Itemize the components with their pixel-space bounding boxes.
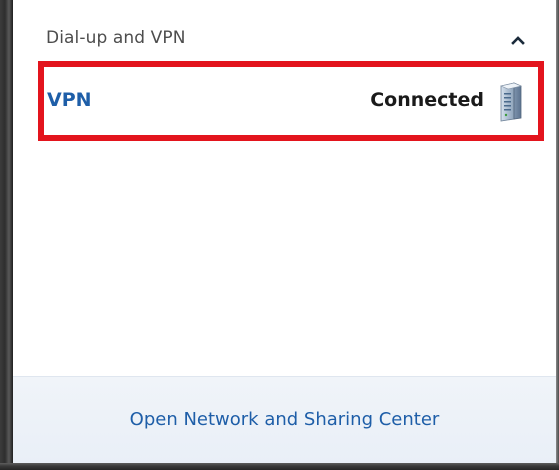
network-flyout-window: Dial-up and VPN VPN Connected Open Netwo… [0,0,559,470]
flyout-footer: Open Network and Sharing Center [13,376,556,464]
chevron-up-icon [511,36,525,45]
vpn-server-icon [500,82,522,122]
vpn-connection-item[interactable]: VPN Connected [38,61,544,141]
collapse-section-button[interactable] [507,30,529,50]
section-title: Dial-up and VPN [46,28,186,48]
connection-name: VPN [47,89,92,111]
window-border-bottom [0,463,559,470]
connection-status: Connected [370,89,484,111]
network-flyout-panel: Dial-up and VPN VPN Connected Open Netwo… [13,0,556,464]
dialup-vpn-section-header[interactable]: Dial-up and VPN [13,22,556,58]
open-network-sharing-center-link[interactable]: Open Network and Sharing Center [13,409,556,430]
window-border-left [0,0,13,470]
